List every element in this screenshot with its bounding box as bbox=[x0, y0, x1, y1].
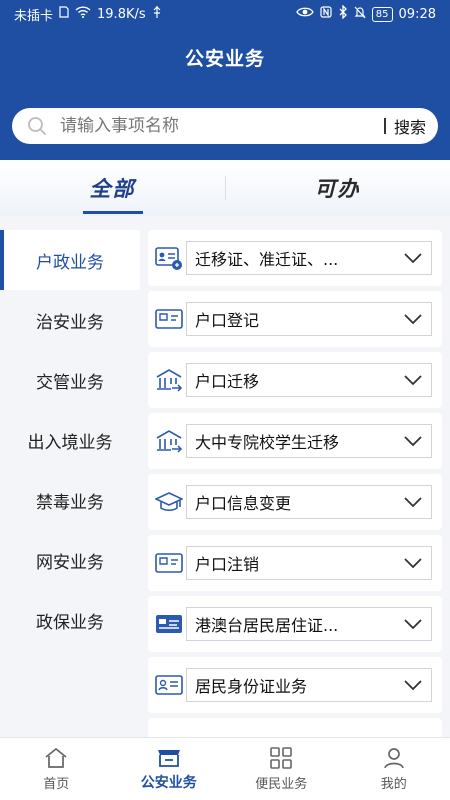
police-service-icon bbox=[157, 750, 180, 767]
category-sidebar: 户政业务 治安业务 交管业务 出入境业务 禁毒业务 网安业务 政保业务 bbox=[0, 230, 140, 737]
sidebar-item-label: 治安业务 bbox=[36, 312, 104, 333]
app-header: 未插卡 19.8K/s 85 09:28 公安业务 请输入事项名称 搜索 bbox=[0, 0, 450, 160]
service-label: 港澳台居民居住证... bbox=[195, 616, 339, 635]
chevron-down-icon bbox=[404, 558, 422, 569]
eye-icon bbox=[296, 6, 314, 22]
nav-label: 首页 bbox=[43, 776, 70, 792]
service-label: 户口信息变更 bbox=[195, 494, 292, 513]
chevron-down-icon bbox=[404, 375, 422, 386]
tab-active-underline bbox=[82, 211, 143, 214]
service-card-partial[interactable] bbox=[148, 718, 442, 737]
service-label: 大中专院校学生迁移 bbox=[195, 433, 340, 452]
service-label: 户口迁移 bbox=[195, 372, 260, 391]
service-dropdown[interactable]: 迁移证、准迁证、... bbox=[186, 241, 432, 275]
service-card[interactable]: 居民身份证业务 bbox=[148, 657, 442, 713]
sidebar-item-label: 禁毒业务 bbox=[36, 492, 104, 513]
usb-icon bbox=[152, 5, 162, 23]
service-label: 户口登记 bbox=[195, 311, 260, 330]
service-dropdown[interactable]: 居民身份证业务 bbox=[186, 668, 432, 702]
nav-label: 公安业务 bbox=[140, 775, 197, 791]
id-card-icon bbox=[154, 243, 184, 273]
graduation-cap-icon bbox=[154, 487, 184, 517]
search-divider bbox=[383, 118, 386, 134]
sidebar-item-political-security[interactable]: 政保业务 bbox=[0, 590, 140, 650]
home-icon bbox=[45, 747, 67, 768]
hukou-book-icon bbox=[154, 304, 184, 334]
search-bar[interactable]: 搜索 bbox=[12, 108, 438, 144]
chevron-down-icon bbox=[404, 680, 422, 691]
service-card[interactable]: 大中专院校学生迁移 bbox=[148, 413, 442, 469]
chevron-down-icon bbox=[404, 314, 422, 325]
user-icon bbox=[383, 747, 404, 768]
service-card[interactable]: 港澳台居民居住证... bbox=[148, 596, 442, 652]
nav-convenience[interactable]: 便民业务 bbox=[225, 738, 338, 800]
sidebar-item-label: 网安业务 bbox=[36, 552, 104, 573]
tab-available[interactable]: 可办 bbox=[225, 160, 450, 216]
clock-text: 09:28 bbox=[398, 6, 436, 22]
nav-police-service[interactable]: 公安业务 bbox=[113, 738, 226, 800]
tab-available-label: 可办 bbox=[314, 177, 361, 201]
service-dropdown[interactable]: 户口注销 bbox=[186, 546, 432, 580]
service-card[interactable]: 户口迁移 bbox=[148, 352, 442, 408]
nfc-icon bbox=[320, 6, 332, 22]
page-title: 公安业务 bbox=[184, 48, 265, 70]
battery-indicator: 85 bbox=[371, 6, 393, 22]
nav-label: 便民业务 bbox=[255, 776, 308, 792]
chevron-down-icon bbox=[404, 253, 422, 264]
sidebar-item-exit-entry[interactable]: 出入境业务 bbox=[0, 410, 140, 470]
building-move-icon bbox=[154, 426, 184, 456]
status-bar: 未插卡 19.8K/s 85 09:28 bbox=[0, 0, 450, 28]
category-tabs: 全部 可办 bbox=[0, 160, 450, 216]
service-card[interactable]: 迁移证、准迁证、... bbox=[148, 230, 442, 286]
tab-all-label: 全部 bbox=[89, 177, 136, 201]
nav-home[interactable]: 首页 bbox=[0, 738, 113, 800]
service-label: 居民身份证业务 bbox=[195, 677, 308, 696]
nav-label: 我的 bbox=[380, 776, 407, 792]
search-button[interactable]: 搜索 bbox=[394, 114, 426, 138]
service-card[interactable]: 户口信息变更 bbox=[148, 474, 442, 530]
service-dropdown[interactable]: 大中专院校学生迁移 bbox=[186, 424, 432, 458]
grid-icon bbox=[270, 746, 293, 769]
sidebar-item-public-security[interactable]: 治安业务 bbox=[0, 290, 140, 350]
service-card[interactable]: 户口注销 bbox=[148, 535, 442, 591]
sidebar-item-label: 政保业务 bbox=[36, 612, 104, 633]
mute-icon bbox=[354, 6, 366, 23]
sidebar-item-narcotics[interactable]: 禁毒业务 bbox=[0, 470, 140, 530]
service-dropdown[interactable]: 港澳台居民居住证... bbox=[186, 607, 432, 641]
service-dropdown[interactable]: 户口迁移 bbox=[186, 363, 432, 397]
chevron-down-icon bbox=[404, 436, 422, 447]
service-label: 迁移证、准迁证、... bbox=[195, 250, 339, 269]
wifi-icon bbox=[75, 6, 91, 22]
nav-mine[interactable]: 我的 bbox=[338, 738, 450, 800]
sidebar-item-cyber[interactable]: 网安业务 bbox=[0, 530, 140, 590]
service-card[interactable]: 户口登记 bbox=[148, 291, 442, 347]
carrier-text: 未插卡 bbox=[14, 8, 54, 24]
bottom-navigation: 首页 公安业务 便民业务 我的 bbox=[0, 737, 450, 800]
hukou-book-icon bbox=[154, 548, 184, 578]
sidebar-item-label: 交管业务 bbox=[36, 372, 104, 393]
chevron-down-icon bbox=[404, 619, 422, 630]
residence-card-icon bbox=[154, 609, 184, 639]
search-input[interactable] bbox=[60, 116, 384, 136]
building-move-icon bbox=[154, 365, 184, 395]
service-label: 户口注销 bbox=[195, 555, 260, 574]
service-dropdown[interactable]: 户口信息变更 bbox=[186, 485, 432, 519]
search-icon bbox=[26, 115, 48, 137]
sidebar-item-label: 出入境业务 bbox=[27, 432, 113, 453]
tab-all[interactable]: 全部 bbox=[0, 160, 225, 216]
network-speed: 19.8K/s bbox=[97, 6, 146, 22]
bluetooth-icon bbox=[338, 4, 348, 23]
service-list: 迁移证、准迁证、... 户口登记 户口迁移 大中专院校学生迁移 户口信息变更 户… bbox=[148, 230, 442, 737]
chevron-down-icon bbox=[404, 497, 422, 508]
service-dropdown[interactable]: 户口登记 bbox=[186, 302, 432, 336]
sidebar-item-label: 户政业务 bbox=[36, 252, 104, 273]
sidebar-item-household[interactable]: 户政业务 bbox=[0, 230, 140, 290]
sim-icon bbox=[59, 6, 69, 22]
sidebar-item-traffic[interactable]: 交管业务 bbox=[0, 350, 140, 410]
identity-card-icon bbox=[154, 670, 184, 700]
